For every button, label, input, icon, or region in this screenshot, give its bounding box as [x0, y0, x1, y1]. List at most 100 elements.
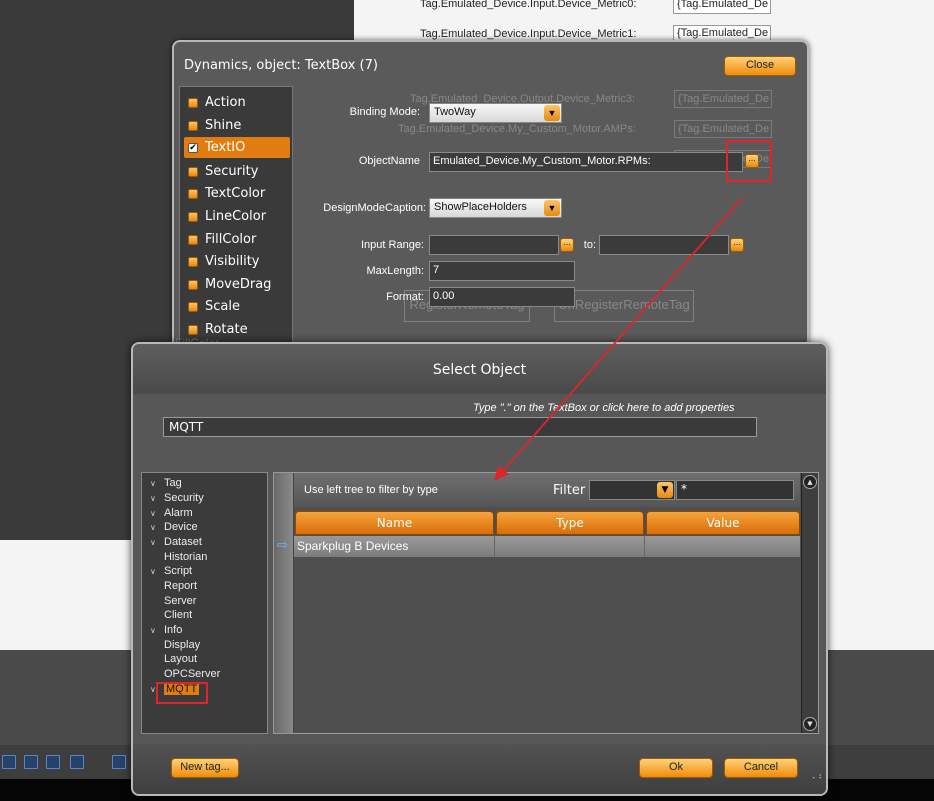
dynamics-dialog: Dynamics, object: TextBox (7) Close Acti…: [172, 40, 809, 358]
tree-item-client[interactable]: Client: [164, 609, 192, 621]
object-search-input[interactable]: MQTT: [163, 417, 757, 437]
ok-button[interactable]: Ok: [639, 758, 713, 778]
tree-item-info[interactable]: ∨ Info: [150, 624, 182, 636]
ungroup-icon[interactable]: [46, 755, 60, 769]
input-range-label: Input Range:: [361, 239, 424, 251]
cell-name: Sparkplug B Devices: [294, 536, 495, 557]
dynamics-item-scale[interactable]: Scale: [184, 296, 290, 317]
new-tag-button[interactable]: New tag...: [171, 758, 239, 778]
chevron-down-icon[interactable]: ∨: [150, 626, 164, 635]
chevron-down-icon[interactable]: ∨: [150, 538, 164, 547]
chevron-down-icon[interactable]: ∨: [150, 523, 164, 532]
format-label: Format:: [386, 291, 424, 303]
ghost-tag-label-amps: Tag.Emulated_Device.My_Custom_Motor.AMPs…: [398, 123, 636, 135]
dynamics-item-fillcolor[interactable]: FillColor: [184, 229, 290, 250]
dropdown-arrow-icon[interactable]: ▼: [657, 482, 673, 498]
cancel-button[interactable]: Cancel: [724, 758, 798, 778]
binding-mode-select[interactable]: TwoWay ▼: [429, 103, 562, 123]
filter-label: Filter: [553, 483, 586, 498]
column-header-value[interactable]: Value: [646, 511, 800, 535]
dynamics-item-security[interactable]: Security: [184, 161, 290, 182]
tree-item-layout[interactable]: Layout: [164, 653, 197, 665]
tree-item-alarm[interactable]: ∨ Alarm: [150, 507, 193, 519]
maxlength-field[interactable]: 7: [429, 261, 575, 281]
add-properties-hint-link[interactable]: Type "." on the TextBox or click here to…: [473, 402, 735, 414]
cell-type: [495, 536, 645, 557]
dynamics-item-visibility[interactable]: Visibility: [184, 251, 290, 272]
design-caption-select[interactable]: ShowPlaceHolders ▼: [429, 198, 562, 218]
tag-label-metric0: Tag.Emulated_Device.Input.Device_Metric0…: [420, 0, 637, 10]
dynamics-item-textcolor[interactable]: TextColor: [184, 183, 290, 204]
binding-mode-label: Binding Mode:: [349, 106, 420, 118]
tree-item-script[interactable]: ∨ Script: [150, 565, 192, 577]
chevron-down-icon[interactable]: ∨: [150, 567, 164, 576]
tree-item-report[interactable]: Report: [164, 580, 197, 592]
filter-type-select[interactable]: ▼: [589, 480, 675, 500]
table-row[interactable]: Sparkplug B Devices: [294, 536, 800, 557]
checkbox-icon[interactable]: [188, 166, 198, 177]
design-caption-label: DesignModeCaption:: [323, 202, 426, 214]
dynamics-item-shine[interactable]: Shine: [184, 115, 290, 136]
dropdown-arrow-icon[interactable]: ▼: [544, 200, 560, 216]
checkbox-icon[interactable]: [188, 97, 198, 108]
checkbox-icon[interactable]: [188, 301, 198, 312]
checkbox-icon[interactable]: [188, 324, 198, 335]
checkbox-icon[interactable]: [188, 256, 198, 267]
checkbox-icon[interactable]: ✔: [188, 142, 198, 153]
tree-item-display[interactable]: Display: [164, 639, 200, 651]
chevron-down-icon[interactable]: ∨: [150, 494, 164, 503]
input-range-from-field[interactable]: [429, 235, 559, 255]
format-field[interactable]: 0.00: [429, 287, 575, 307]
ghost-tag-value-amps: {Tag.Emulated_De: [674, 120, 772, 138]
tree-item-opcserver[interactable]: OPCServer: [164, 668, 220, 680]
type-filter-tree: ∨ Tag ∨ Security ∨ Alarm ∨ Device ∨ Dataset H…: [141, 472, 268, 734]
align-icon[interactable]: [112, 755, 126, 769]
checkbox-icon[interactable]: [188, 188, 198, 199]
close-button[interactable]: Close: [724, 56, 796, 76]
tree-item-dataset[interactable]: ∨ Dataset: [150, 536, 202, 548]
dynamics-item-linecolor[interactable]: LineColor: [184, 206, 290, 227]
chevron-down-icon[interactable]: ∨: [150, 479, 164, 488]
group-icon[interactable]: [24, 755, 38, 769]
grid-caption: Use left tree to filter by type: [304, 484, 438, 496]
dynamics-item-movedrag[interactable]: MoveDrag: [184, 274, 290, 295]
column-header-type[interactable]: Type: [496, 511, 644, 535]
tree-item-server[interactable]: Server: [164, 595, 196, 607]
checkbox-icon[interactable]: [188, 279, 198, 290]
input-range-to-label: to:: [583, 239, 596, 251]
ellipsis-highlight-box: [726, 140, 772, 182]
ghost-unregister-button: UnRegisterRemoteTag: [554, 290, 694, 322]
checkbox-icon[interactable]: [188, 211, 198, 222]
object-name-label: ObjectName: [358, 155, 420, 167]
dialog-title: Select Object: [432, 362, 527, 378]
dynamics-item-action[interactable]: Action: [184, 92, 290, 113]
object-name-field[interactable]: Emulated_Device.My_Custom_Motor.RPMs:: [429, 152, 743, 172]
dynamics-item-textio[interactable]: ✔ TextIO: [184, 137, 290, 158]
input-range-to-field[interactable]: [599, 235, 729, 255]
row-pointer-icon: ⇨: [277, 538, 288, 553]
tree-item-historian[interactable]: Historian: [164, 551, 207, 563]
chevron-down-icon[interactable]: ∨: [150, 509, 164, 518]
checkbox-icon[interactable]: [188, 120, 198, 131]
tree-item-device[interactable]: ∨ Device: [150, 521, 198, 533]
filter-input[interactable]: *: [676, 480, 794, 500]
dropdown-arrow-icon[interactable]: ▼: [544, 105, 560, 121]
maxlength-label: MaxLength:: [366, 265, 424, 277]
tree-item-tag[interactable]: ∨ Tag: [150, 477, 182, 489]
checkbox-icon[interactable]: [188, 234, 198, 245]
tree-item-security[interactable]: ∨ Security: [150, 492, 204, 504]
scroll-down-icon[interactable]: ▼: [803, 717, 817, 731]
column-header-name[interactable]: Name: [295, 511, 494, 535]
ghost-tag-value-metric3: {Tag.Emulated_De: [674, 90, 772, 108]
arrange-icon[interactable]: [70, 755, 84, 769]
row-header-strip: [274, 473, 294, 733]
resize-grip-icon[interactable]: ⠠⠰⠸: [809, 773, 826, 788]
input-range-from-ellipsis-button[interactable]: ...: [560, 238, 574, 252]
tag-value-metric0[interactable]: {Tag.Emulated_De: [673, 0, 771, 14]
input-range-to-ellipsis-button[interactable]: ...: [730, 238, 744, 252]
scroll-up-icon[interactable]: ▲: [803, 475, 817, 489]
vertical-scrollbar[interactable]: ▲ ▼: [801, 473, 818, 733]
layer-icon[interactable]: [2, 755, 16, 769]
select-object-dialog: Select Object Type "." on the TextBox or…: [131, 342, 828, 796]
mqtt-highlight-box: [156, 682, 208, 704]
